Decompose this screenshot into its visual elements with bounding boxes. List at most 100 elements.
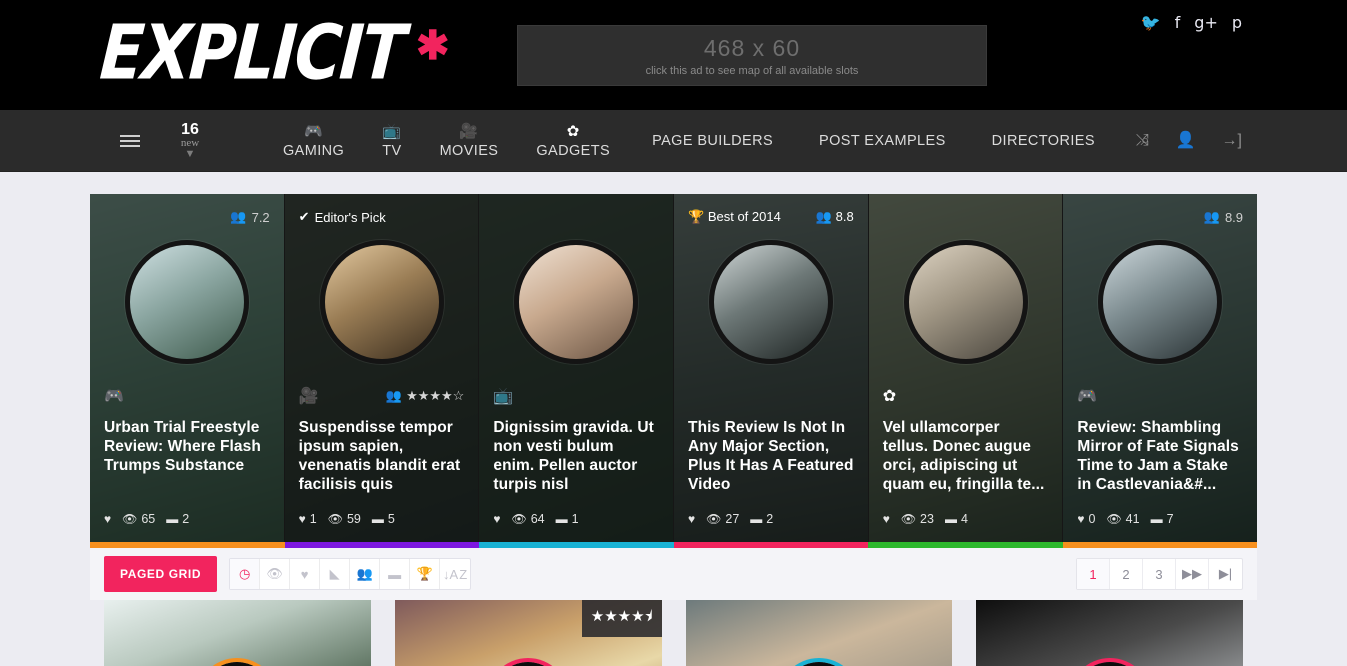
facebook-icon[interactable]: f [1175, 14, 1181, 32]
badge-label: 8.9 [1224, 209, 1244, 225]
featured-color-bar [479, 542, 674, 548]
nav-item-label: TV [382, 142, 402, 159]
pinterest-icon[interactable]: p [1232, 14, 1242, 32]
featured-color-bar [1062, 542, 1257, 548]
featured-card[interactable]: 👥 7.2 🎮 Urban Trial Freestyle Review: Wh… [90, 194, 285, 542]
site-logo[interactable]: EXPLICIT ✱ [97, 10, 449, 97]
filter-sort-az-icon[interactable]: ↓A Z [440, 559, 470, 589]
badge-label: 7.2 [251, 209, 270, 225]
post-grid-card[interactable] [976, 600, 1243, 666]
new-posts-counter[interactable]: 16 new ▼ [168, 110, 212, 171]
ad-banner[interactable]: 468 x 60 click this ad to see map of all… [517, 25, 987, 86]
featured-card[interactable]: 🏆 Best of 2014 👥 8.8 This Review Is Not … [674, 194, 869, 542]
gamepad-icon: 🎮 [304, 122, 324, 140]
comments-stat: ▬ 4 [944, 512, 968, 526]
likes-stat: ♥ 1 [298, 512, 317, 526]
filter-likes-icon[interactable]: ♥ [290, 559, 321, 589]
eye-icon: 👁 [1106, 512, 1122, 526]
avatar-wrapper [104, 240, 270, 364]
comments-stat: ▬ 5 [371, 512, 395, 526]
menu-toggle-button[interactable] [118, 110, 142, 171]
avatar [708, 240, 833, 364]
pagination-page[interactable]: 2 [1110, 559, 1143, 589]
post-grid-card[interactable] [685, 600, 953, 666]
nav-item-directories[interactable]: DIRECTORIES [969, 110, 1118, 171]
post-grid-card[interactable] [104, 600, 371, 666]
heart-icon: ♥ [882, 512, 890, 526]
badge-label: Best of 2014 [707, 209, 781, 224]
comments-stat: ▬ 1 [555, 512, 579, 526]
featured-card-stats: ♥ 1 👁 59 ▬ 5 [299, 512, 465, 526]
register-user-icon[interactable]: 👤 [1176, 132, 1196, 150]
search-icon[interactable]: ⌕ [1141, 132, 1150, 150]
googleplus-icon[interactable]: g+ [1194, 14, 1218, 32]
login-icon[interactable]: →] [1222, 132, 1242, 150]
featured-color-bar [284, 542, 479, 548]
featured-card-title: Dignissim gravida. Ut non vesti bulum en… [493, 419, 654, 493]
filter-comments-icon[interactable]: ▬ [380, 559, 411, 589]
comment-icon: ▬ [750, 512, 763, 526]
likes-stat: ♥ 0 [1077, 512, 1096, 526]
comment-icon: ▬ [1150, 512, 1163, 526]
trophy-icon: 🏆 [688, 209, 705, 224]
views-stat: 👁 65 [122, 512, 156, 526]
eye-icon: 👁 [122, 512, 138, 526]
avatar-wrapper [493, 240, 659, 364]
nav-item-gaming[interactable]: 🎮 GAMING [264, 110, 363, 171]
avatar [124, 240, 249, 364]
filter-trending-icon[interactable]: ◣ [320, 559, 351, 589]
nav-item-label: MOVIES [439, 142, 499, 159]
featured-card-stats: ♥ 👁 64 ▬ 1 [493, 512, 659, 526]
featured-card-stats: ♥ 👁 65 ▬ 2 [104, 512, 270, 526]
nav-item-movies[interactable]: 🎥 MOVIES [421, 110, 518, 171]
avatar-wrapper [688, 240, 854, 364]
ad-note-label: click this ad to see map of all availabl… [645, 64, 859, 77]
chevron-down-icon: ▼ [184, 148, 196, 160]
post-grid: ★★★★⯨ [90, 600, 1257, 666]
featured-color-bar [90, 542, 285, 548]
post-grid-card[interactable]: ★★★★⯨ [394, 600, 662, 666]
pagination-page[interactable]: ▶▶ [1176, 559, 1209, 589]
gamepad-icon: 🎮 [1077, 388, 1098, 405]
filter-awards-icon[interactable]: 🏆 [410, 559, 441, 589]
video-camera-icon: 🎥 [459, 122, 479, 140]
gear-icon: ✿ [566, 122, 580, 140]
featured-card[interactable]: 📺 Dignissim gravida. Ut non vesti bulum … [479, 194, 675, 542]
comments-stat: ▬ 2 [166, 512, 190, 526]
post-card-rating: ★★★★⯨ [581, 600, 662, 637]
featured-card[interactable]: 👥 8.9 🎮 Review: Shambling Mirror of Fate… [1063, 194, 1257, 542]
views-stat: 👁 23 [900, 512, 934, 526]
comment-icon: ▬ [555, 512, 568, 526]
avatar [1098, 240, 1223, 364]
featured-card-title: Urban Trial Freestyle Review: Where Flas… [104, 419, 261, 474]
featured-color-bars [90, 542, 1257, 548]
nav-item-label: PAGE BUILDERS [652, 132, 774, 149]
likes-stat: ♥ [104, 512, 111, 526]
avatar-wrapper [883, 240, 1049, 364]
views-stat: 👁 64 [511, 512, 545, 526]
nav-item-page-builders[interactable]: PAGE BUILDERS [629, 110, 796, 171]
eye-icon: 👁 [706, 512, 722, 526]
nav-item-gadgets[interactable]: ✿ GADGETS [517, 110, 629, 171]
nav-item-post-examples[interactable]: POST EXAMPLES [796, 110, 969, 171]
video-camera-icon: 🎥 [298, 388, 319, 405]
featured-card[interactable]: ✔ Editor's Pick 🎥 👥 ★★★★☆ Suspendisse tem… [284, 194, 480, 542]
featured-card[interactable]: ✿ Vel ullamcorper tellus. Donec augue or… [868, 194, 1064, 542]
featured-badge: 👥 8.9 [1077, 208, 1243, 226]
likes-stat: ♥ [883, 512, 890, 526]
filter-views-icon[interactable]: 👁 [260, 559, 291, 589]
ad-size-label: 468 x 60 [703, 34, 801, 61]
featured-card-title: Review: Shambling Mirror of Fate Signals… [1077, 419, 1239, 493]
filter-recent-icon[interactable]: ◷ [230, 559, 261, 589]
nav-item-tv[interactable]: 📺 TV [363, 110, 420, 171]
pagination-page[interactable]: 1 [1077, 559, 1110, 589]
twitter-icon[interactable]: 🐦 [1141, 14, 1161, 32]
comment-icon: ▬ [371, 512, 384, 526]
heart-icon: ♥ [1077, 512, 1085, 526]
paged-grid-button[interactable]: PAGED GRID [104, 556, 218, 592]
filter-users-icon[interactable]: 👥 [350, 559, 381, 589]
pagination-page[interactable]: ▶| [1209, 559, 1242, 589]
filter-bar: ◷ 👁 ♥ ◣ 👥 ▬ 🏆 ↓A Z [229, 558, 472, 590]
likes-stat: ♥ [493, 512, 500, 526]
pagination-page[interactable]: 3 [1143, 559, 1176, 589]
